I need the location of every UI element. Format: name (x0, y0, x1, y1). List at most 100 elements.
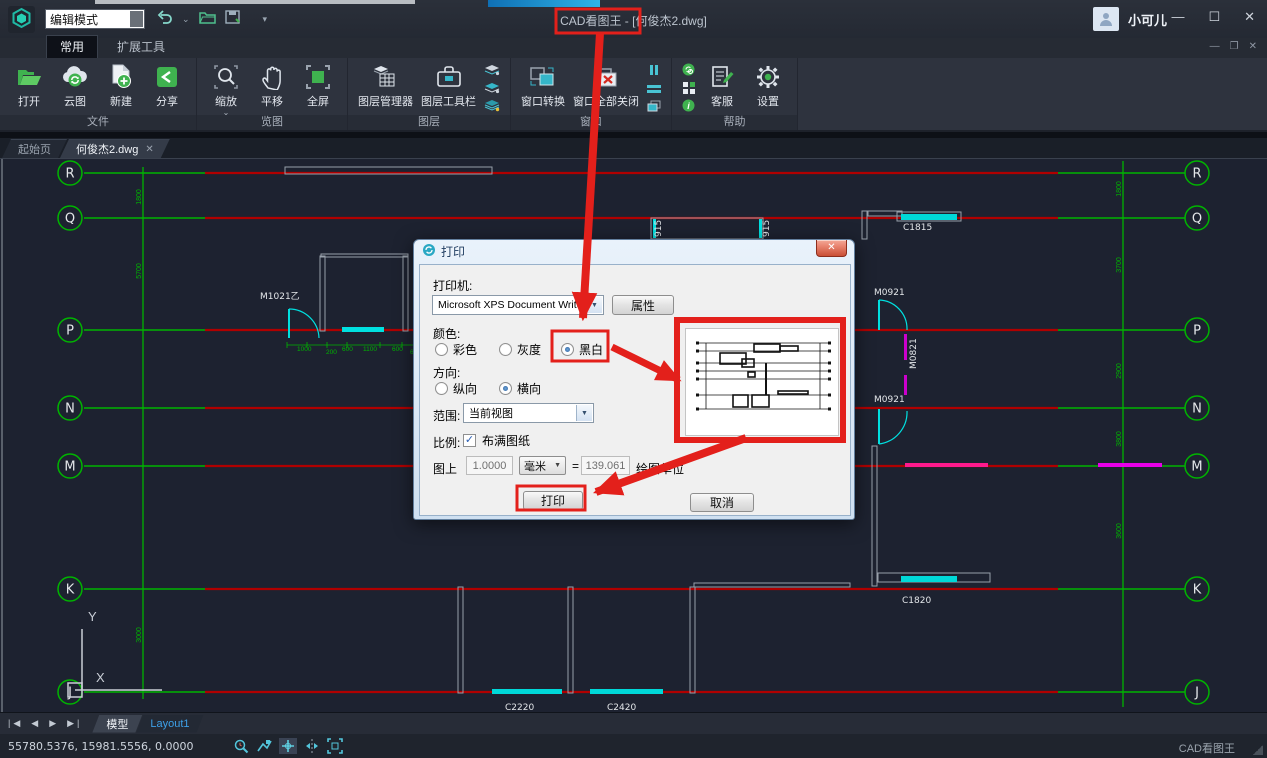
print-button[interactable]: 打印 (523, 491, 583, 510)
layout-tab-Layout1[interactable]: Layout1 (136, 715, 203, 733)
doc-close-button[interactable]: ✕ (1249, 41, 1257, 52)
ribbon-group-title: 图层 (348, 115, 510, 130)
ribbon-button-folder-open[interactable]: 打开 (7, 61, 51, 110)
ribbon-button-layer-manager[interactable]: 图层管理器 (355, 61, 416, 110)
range-select-arrow-icon: ▼ (576, 405, 592, 421)
polyline-icon[interactable] (256, 739, 272, 758)
ribbon-group-览图: 缩放⌄平移全屏览图 (197, 58, 348, 130)
ribbon-button-label: 图层工具栏 (421, 93, 476, 109)
extents-icon[interactable] (327, 738, 343, 758)
wall-outline (694, 583, 850, 587)
app-logo-icon[interactable] (8, 6, 35, 33)
fit-to-paper-option[interactable]: ✓ 布满图纸 (463, 432, 530, 449)
ribbon-button-settings-gear[interactable]: 设置 (746, 61, 790, 110)
ribbon-tab-扩展工具[interactable]: 扩展工具 (104, 36, 178, 58)
save-icon[interactable] (225, 10, 240, 29)
ribbon-tab-row: 常用扩展工具 (0, 38, 1267, 58)
pan-hand-icon (260, 62, 284, 92)
wall-outline (403, 256, 408, 331)
ribbon-side-icons (481, 61, 503, 115)
wall-outline (568, 587, 573, 693)
undo-icon[interactable] (157, 10, 173, 29)
range-select[interactable]: 当前视图 ▼ (463, 403, 594, 423)
minimize-button[interactable]: — (1171, 10, 1184, 24)
doc-minimize-button[interactable]: — (1210, 41, 1220, 52)
document-tab-label: 何俊杰2.dwg (76, 141, 138, 157)
ribbon-button-cloud-sync[interactable]: 云图 (53, 61, 97, 110)
equals-sign: = (572, 459, 579, 473)
preview-shape (778, 391, 808, 394)
first-layout-button[interactable]: |◀ (8, 718, 23, 729)
color-radio-黑白[interactable]: 黑白 (561, 341, 603, 358)
crosshair-icon[interactable] (279, 738, 297, 758)
tab-close-icon[interactable]: ✕ (145, 144, 153, 155)
ribbon-button-share[interactable]: 分享 (145, 61, 189, 110)
update-check-icon[interactable] (682, 63, 695, 81)
zoom-status-icon[interactable] (233, 738, 249, 758)
document-tab-bar: 起始页 何俊杰2.dwg ✕ (0, 138, 1267, 158)
doc-restore-button[interactable]: ❐ (1230, 41, 1239, 52)
ribbon-button-window-close-all[interactable]: 窗口全部关闭 (570, 61, 642, 110)
orientation-radio-纵向[interactable]: 纵向 (435, 380, 477, 397)
username[interactable]: 小可儿 (1128, 10, 1167, 29)
open-file-icon[interactable] (199, 10, 216, 29)
preview-shape (752, 395, 769, 407)
document-tab-起始页[interactable]: 起始页 (2, 139, 67, 158)
unit-select[interactable]: 毫米 ▼ (519, 456, 566, 475)
ribbon-button-fullscreen[interactable]: 全屏 (296, 61, 340, 110)
layer-manager-icon (371, 62, 401, 92)
dimension-text: 600 (392, 346, 403, 353)
color-radio-灰度[interactable]: 灰度 (499, 341, 541, 358)
color-radio-彩色[interactable]: 彩色 (435, 341, 477, 358)
window-close-all-icon (591, 62, 621, 92)
user-avatar[interactable] (1093, 7, 1119, 31)
apps-grid-icon[interactable] (683, 81, 695, 99)
ribbon-button-zoom-tool[interactable]: 缩放⌄ (204, 61, 248, 116)
print-dialog-titlebar[interactable]: 打印 (414, 240, 854, 263)
ribbon-button-pan-hand[interactable]: 平移 (250, 61, 294, 110)
grid-bubble-label: M (1191, 460, 1202, 475)
door-arc (879, 411, 907, 444)
prev-layout-button[interactable]: ◀ (31, 718, 41, 729)
last-layout-button[interactable]: ▶| (67, 718, 82, 729)
ribbon-tab-常用[interactable]: 常用 (46, 35, 98, 58)
layers-mid-icon[interactable] (484, 81, 500, 99)
close-button[interactable]: ✕ (1244, 10, 1255, 24)
sheet-value-input[interactable]: 1.0000 (466, 456, 513, 475)
ribbon-button-new-doc[interactable]: 新建 (99, 61, 143, 110)
ribbon-group-title: 文件 (0, 115, 196, 130)
undo-caret-icon[interactable]: ⌄ (182, 14, 190, 25)
next-layout-button[interactable]: ▶ (49, 718, 59, 729)
wall-outline (321, 254, 408, 257)
print-dialog-close-button[interactable]: ✕ (816, 240, 847, 257)
grid-bubble-label: K (66, 583, 75, 598)
cad-label: M0821 (909, 338, 919, 369)
zoom-tool-icon (213, 62, 239, 92)
fit-to-paper-checkbox[interactable]: ✓ (463, 434, 476, 447)
wall-outline (320, 256, 325, 331)
ribbon-button-label: 缩放 (215, 93, 237, 109)
mode-select[interactable]: 编辑模式 (45, 9, 145, 29)
drawing-units-input[interactable]: 139.061 (581, 456, 630, 475)
mirror-icon[interactable] (304, 739, 320, 758)
maximize-button[interactable]: ☐ (1208, 10, 1220, 24)
layout-tab-模型[interactable]: 模型 (92, 715, 142, 733)
document-tab-label: 起始页 (18, 141, 51, 157)
status-bar: 55780.5376, 15981.5556, 0.0000 CAD看图王 (0, 734, 1267, 758)
printer-select[interactable]: Microsoft XPS Document Writer ▼ (432, 295, 604, 315)
orientation-radio-横向[interactable]: 横向 (499, 380, 541, 397)
layers-top-icon[interactable] (484, 63, 500, 81)
bars-icon[interactable] (647, 81, 661, 99)
pause-icon[interactable] (648, 63, 660, 81)
dimension-text: 3600 (1116, 523, 1123, 539)
properties-button[interactable]: 属性 (612, 295, 674, 315)
quick-toolbar-caret-icon[interactable]: ▾ (263, 14, 268, 25)
ribbon-side-icons: i (679, 61, 698, 115)
fullscreen-icon (305, 62, 331, 92)
ribbon-button-layer-toolbox[interactable]: 图层工具栏 (418, 61, 479, 110)
cancel-button[interactable]: 取消 (690, 493, 754, 512)
ribbon-button-support[interactable]: 客服 (700, 61, 744, 110)
ribbon-button-window-switch[interactable]: 窗口转换 (518, 61, 568, 110)
document-tab-何俊杰2.dwg[interactable]: 何俊杰2.dwg ✕ (60, 139, 170, 158)
resize-grip[interactable] (1253, 745, 1263, 755)
